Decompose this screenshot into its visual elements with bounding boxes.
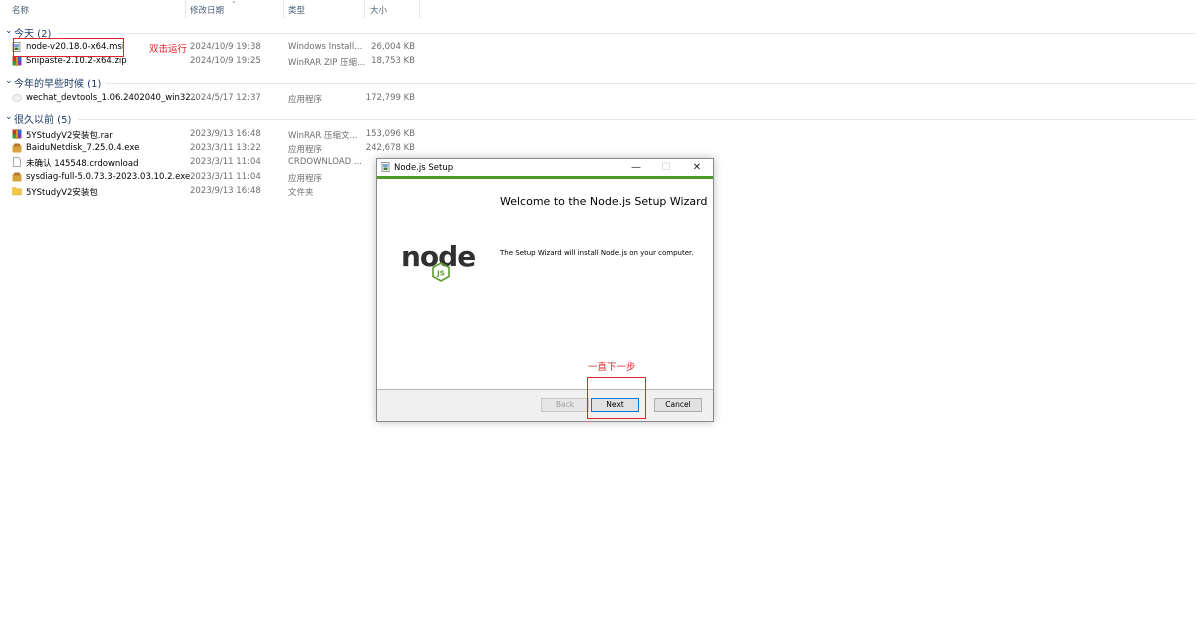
cancel-button[interactable]: Cancel — [654, 398, 702, 412]
group-divider — [58, 33, 1195, 34]
column-header-name[interactable]: 名称 — [12, 4, 29, 16]
dialog-body: node JS Welcome to the Node.js Setup Wiz… — [377, 179, 713, 389]
installer-exe-icon — [12, 143, 22, 153]
file-size: 242,678 KB — [365, 143, 415, 153]
file-type: 应用程序 — [288, 145, 323, 155]
file-date: 2023/3/11 11:04 — [190, 157, 261, 167]
file-date: 2023/9/13 16:48 — [190, 186, 261, 196]
dialog-title: Node.js Setup — [394, 163, 454, 173]
annotation-double-click: 双击运行 — [149, 44, 188, 55]
winrar-archive-icon — [12, 129, 22, 139]
file-row[interactable]: wechat_devtools_1.06.2402040_win32... 20… — [0, 92, 1200, 106]
column-header-type[interactable]: 类型 — [288, 4, 305, 16]
highlight-box-msi — [13, 38, 124, 57]
file-name: sysdiag-full-5.0.73.3-2023.03.10.2.exe — [26, 172, 191, 182]
close-button[interactable]: ✕ — [684, 160, 710, 175]
group-title: 今年的早些时候 (1) — [14, 79, 102, 90]
group-header-earlier-this-year[interactable]: ⌄ 今年的早些时候 (1) — [0, 75, 1200, 91]
column-divider[interactable] — [419, 0, 420, 18]
column-header-modified[interactable]: 修改日期 — [190, 4, 224, 16]
highlight-box-next — [587, 377, 646, 419]
file-type: WinRAR ZIP 压缩... — [288, 58, 366, 68]
wizard-heading: Welcome to the Node.js Setup Wizard — [500, 195, 708, 208]
nodejs-logo-badge: JS — [436, 270, 445, 278]
file-type: 文件夹 — [288, 188, 314, 198]
chevron-down-icon: ⌄ — [5, 26, 13, 36]
column-header-size[interactable]: 大小 — [370, 4, 387, 16]
folder-icon — [12, 187, 22, 196]
file-date: 2024/5/17 12:37 — [190, 93, 261, 103]
file-name: Snipaste-2.10.2-x64.zip — [26, 56, 127, 66]
wizard-description: The Setup Wizard will install Node.js on… — [500, 249, 694, 257]
file-date: 2024/10/9 19:38 — [190, 42, 261, 52]
nodejs-logo: node JS — [401, 240, 476, 282]
column-divider[interactable] — [364, 0, 365, 18]
annotation-keep-next: 一直下一步 — [588, 362, 636, 373]
nodejs-logo-text: node — [401, 240, 475, 273]
winrar-archive-icon — [12, 56, 22, 66]
file-name: 5YStudyV2安装包 — [26, 188, 98, 198]
file-type: 应用程序 — [288, 174, 323, 184]
dialog-divider — [377, 389, 713, 390]
file-row[interactable]: BaiduNetdisk_7.25.0.4.exe 2023/3/11 13:2… — [0, 142, 1200, 156]
group-title: 很久以前 (5) — [14, 115, 72, 126]
column-divider[interactable] — [283, 0, 284, 18]
installer-exe-icon — [12, 172, 22, 182]
group-divider — [106, 83, 1195, 84]
group-header-long-ago[interactable]: ⌄ 很久以前 (5) — [0, 111, 1200, 127]
file-row[interactable]: Snipaste-2.10.2-x64.zip 2024/10/9 19:25 … — [0, 55, 1200, 69]
minimize-button[interactable]: — — [623, 160, 649, 175]
application-icon — [12, 94, 22, 102]
file-size: 153,096 KB — [365, 129, 415, 139]
file-size: 172,799 KB — [365, 93, 415, 103]
file-type: WinRAR 压缩文... — [288, 131, 358, 141]
sort-caret-icon: ⌄ — [231, 0, 237, 5]
file-date: 2023/3/11 11:04 — [190, 172, 261, 182]
column-header-bar: 名称 ⌄ 修改日期 类型 大小 — [0, 0, 1200, 18]
back-button[interactable]: Back — [541, 398, 589, 412]
file-name: BaiduNetdisk_7.25.0.4.exe — [26, 143, 140, 153]
file-name: wechat_devtools_1.06.2402040_win32... — [26, 93, 199, 103]
file-row[interactable]: 5YStudyV2安装包.rar 2023/9/13 16:48 WinRAR … — [0, 128, 1200, 142]
file-name: 5YStudyV2安装包.rar — [26, 131, 113, 141]
group-divider — [78, 119, 1195, 120]
column-divider[interactable] — [185, 0, 186, 18]
file-type: Windows Install... — [288, 42, 363, 52]
file-date: 2023/9/13 16:48 — [190, 129, 261, 139]
group-header-today[interactable]: ⌄ 今天 (2) — [0, 25, 1200, 41]
file-name: 未确认 145548.crdownload — [26, 159, 139, 169]
file-type: 应用程序 — [288, 95, 323, 105]
msi-installer-icon — [381, 162, 390, 172]
blank-file-icon — [13, 157, 21, 167]
chevron-down-icon: ⌄ — [5, 112, 13, 122]
file-size: 26,004 KB — [371, 42, 415, 52]
nodejs-setup-dialog: Node.js Setup — ☐ ✕ node JS Welcome to t… — [376, 158, 714, 422]
maximize-button[interactable]: ☐ — [653, 160, 679, 175]
chevron-down-icon: ⌄ — [5, 76, 13, 86]
file-date: 2023/3/11 13:22 — [190, 143, 261, 153]
file-type: CRDOWNLOAD ... — [288, 157, 362, 167]
file-date: 2024/10/9 19:25 — [190, 56, 261, 66]
file-size: 18,753 KB — [371, 56, 415, 66]
dialog-title-bar[interactable]: Node.js Setup — ☐ ✕ — [377, 159, 713, 176]
